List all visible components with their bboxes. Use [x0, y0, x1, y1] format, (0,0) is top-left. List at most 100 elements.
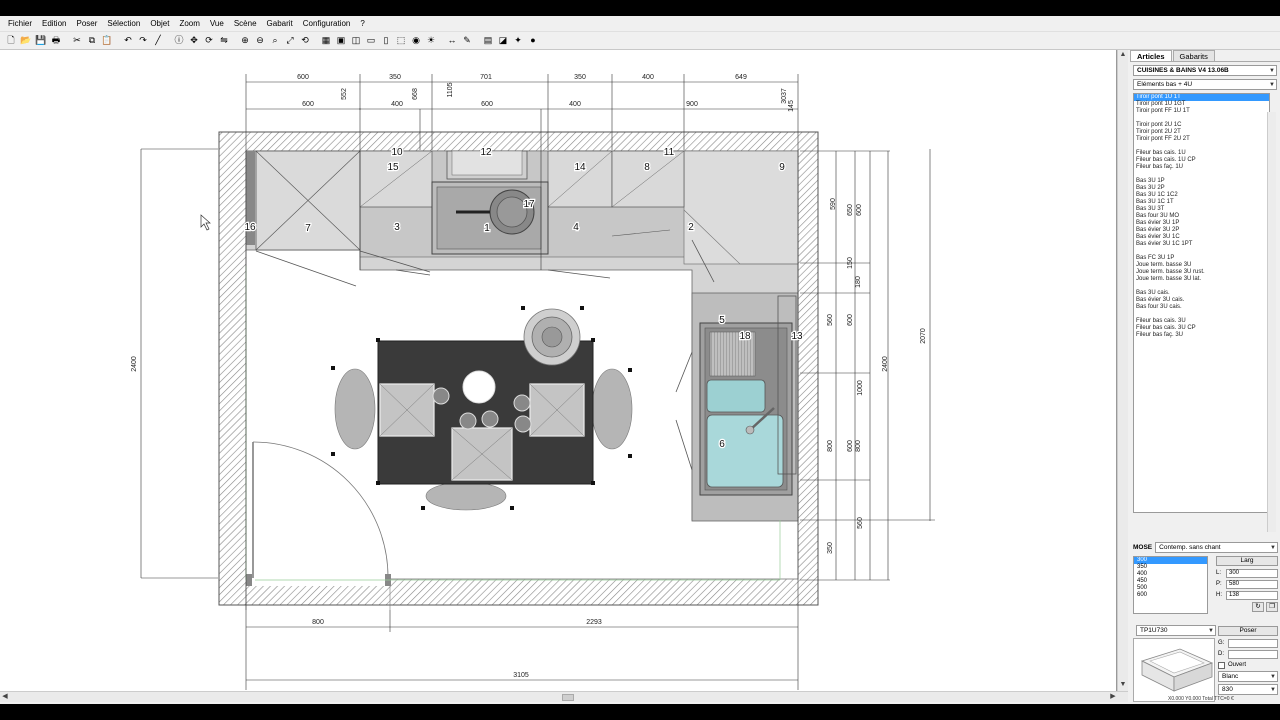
- light-icon[interactable]: ☀: [424, 34, 438, 48]
- save-icon[interactable]: 💾: [34, 34, 48, 48]
- article-item[interactable]: Fileur bas cais. 1U: [1134, 150, 1269, 157]
- width-button[interactable]: Larg: [1216, 556, 1278, 566]
- color-name-select[interactable]: Blanc ▼: [1218, 671, 1278, 682]
- copy-icon[interactable]: ⧉: [85, 34, 99, 48]
- sphere-icon[interactable]: ●: [526, 34, 540, 48]
- article-item[interactable]: Bas évier 3U 1P: [1134, 220, 1269, 227]
- dimension-item[interactable]: 350: [1134, 564, 1207, 571]
- item-label-10[interactable]: 10: [390, 146, 404, 160]
- paint-icon[interactable]: ✎: [460, 34, 474, 48]
- dimension-list[interactable]: 300 350 400 450 500 600: [1133, 556, 1208, 614]
- item-label-18[interactable]: 18: [738, 330, 752, 344]
- rotate-icon[interactable]: ⟳: [202, 34, 216, 48]
- dimension-item[interactable]: 600: [1134, 592, 1207, 599]
- redo-icon[interactable]: ↷: [136, 34, 150, 48]
- item-label-1[interactable]: 1: [483, 222, 492, 236]
- item-label-6[interactable]: 6: [718, 438, 727, 452]
- article-item[interactable]: Bas 3U 1P: [1134, 178, 1269, 185]
- cut-icon[interactable]: ✂: [70, 34, 84, 48]
- field-input[interactable]: 580: [1226, 579, 1278, 589]
- article-item[interactable]: Fileur bas faç. 1U: [1134, 164, 1269, 171]
- view-2d-icon[interactable]: ▦: [319, 34, 333, 48]
- article-item[interactable]: Bas 3U 1C 1T: [1134, 199, 1269, 206]
- item-label-13[interactable]: 13: [790, 330, 804, 344]
- kitchen-plan-drawing[interactable]: 600 350 701 350 400 649600 400 600 400 900552 668 1…: [0, 50, 1117, 691]
- menu-9[interactable]: Configuration: [298, 16, 356, 32]
- article-item[interactable]: Fileur bas cais. 3U CP: [1134, 325, 1269, 332]
- article-item[interactable]: Tiroir pont 2U 2T: [1134, 129, 1269, 136]
- wall-icon[interactable]: ▤: [481, 34, 495, 48]
- menu-10[interactable]: ?: [355, 16, 369, 32]
- zoom-in-icon[interactable]: ⊕: [238, 34, 252, 48]
- open-icon[interactable]: 📂: [19, 34, 33, 48]
- menu-6[interactable]: Vue: [205, 16, 229, 32]
- dimension-item[interactable]: 450: [1134, 578, 1207, 585]
- article-item[interactable]: Tiroir pont FF 2U 2T: [1134, 136, 1269, 143]
- article-item[interactable]: Joue term. basse 3U lat.: [1134, 276, 1269, 283]
- scroll-down-icon[interactable]: ▼: [1118, 680, 1128, 690]
- article-item[interactable]: Bas évier 3U 2P: [1134, 227, 1269, 234]
- article-item[interactable]: Tiroir pont 2U 1C: [1134, 122, 1269, 129]
- measure-icon[interactable]: ↔: [445, 34, 459, 48]
- cooktop[interactable]: [431, 181, 549, 255]
- item-label-12[interactable]: 12: [479, 146, 493, 160]
- item-label-3[interactable]: 3: [393, 221, 402, 235]
- new-icon[interactable]: 🗋: [4, 34, 18, 48]
- article-item[interactable]: Bas évier 3U cais.: [1134, 297, 1269, 304]
- menu-7[interactable]: Scène: [229, 16, 262, 32]
- zoom-fit-icon[interactable]: ⤢: [283, 34, 297, 48]
- refresh-icon[interactable]: ↻: [1252, 602, 1264, 612]
- article-list[interactable]: Tiroir pont 1U 1T Tiroir pont 1U 1GT Tiroi…: [1133, 93, 1270, 513]
- camera-icon[interactable]: ◉: [409, 34, 423, 48]
- tab-gabarits[interactable]: Gabarits: [1172, 50, 1215, 61]
- item-label-17[interactable]: 17: [522, 198, 536, 212]
- article-item[interactable]: Tiroir pont 1U 1GT: [1134, 101, 1269, 108]
- zoom-previous-icon[interactable]: ⟲: [298, 34, 312, 48]
- field-input[interactable]: 300: [1226, 568, 1278, 578]
- article-item[interactable]: Bas évier 3U 1C: [1134, 234, 1269, 241]
- pose-button[interactable]: Poser: [1218, 626, 1278, 636]
- scroll-right-icon[interactable]: ▶: [1108, 692, 1118, 702]
- g-input[interactable]: [1228, 638, 1278, 648]
- article-item[interactable]: Bas 3U 3T: [1134, 206, 1269, 213]
- article-list-scrollbar[interactable]: [1267, 112, 1276, 532]
- item-label-15[interactable]: 15: [386, 161, 400, 175]
- item-label-11[interactable]: 11: [663, 146, 676, 160]
- dimension-item[interactable]: 400: [1134, 571, 1207, 578]
- item-label-5[interactable]: 5: [718, 314, 727, 328]
- color-code-select[interactable]: TP1U730 ▼: [1136, 625, 1216, 636]
- item-label-8[interactable]: 8: [643, 161, 652, 175]
- copy-icon[interactable]: ❐: [1266, 602, 1278, 612]
- menu-1[interactable]: Edition: [37, 16, 71, 32]
- scroll-up-icon[interactable]: ▲: [1118, 50, 1128, 60]
- article-item[interactable]: Bas 3U 1C 1C2: [1134, 192, 1269, 199]
- menu-5[interactable]: Zoom: [174, 16, 204, 32]
- article-item[interactable]: Fileur bas cais. 1U CP: [1134, 157, 1269, 164]
- article-item[interactable]: Tiroir pont 1U 1T: [1134, 94, 1269, 101]
- d-input[interactable]: [1228, 649, 1278, 659]
- finish-select[interactable]: Contemp. sans chant ▼: [1155, 541, 1278, 553]
- article-item[interactable]: Bas FC 3U 1P: [1134, 255, 1269, 262]
- paste-icon[interactable]: 📋: [100, 34, 114, 48]
- line-icon[interactable]: ╱: [151, 34, 165, 48]
- category-select[interactable]: Eléments bas + 4U ▼: [1133, 79, 1277, 90]
- plan-canvas[interactable]: 600 350 701 350 400 649 600 400 600 400 900 552 668 1…: [0, 50, 1117, 691]
- view-side-icon[interactable]: ▯: [379, 34, 393, 48]
- item-label-14[interactable]: 14: [573, 161, 587, 175]
- article-item[interactable]: Tiroir pont FF 1U 1T: [1134, 108, 1269, 115]
- menu-0[interactable]: Fichier: [3, 16, 37, 32]
- view-3d-icon[interactable]: ◫: [349, 34, 363, 48]
- article-item[interactable]: Bas évier 3U 1C 1PT: [1134, 241, 1269, 248]
- article-item[interactable]: Bas four 3U MO: [1134, 213, 1269, 220]
- box-icon[interactable]: ⬚: [394, 34, 408, 48]
- item-label-4[interactable]: 4: [572, 221, 581, 235]
- zoom-out-icon[interactable]: ⊖: [253, 34, 267, 48]
- canvas-horizontal-scrollbar[interactable]: ◀ ▶: [0, 691, 1128, 702]
- item-label-9[interactable]: 9: [778, 161, 787, 175]
- scroll-left-icon[interactable]: ◀: [0, 692, 10, 702]
- door-icon[interactable]: ◪: [496, 34, 510, 48]
- article-item[interactable]: Fileur bas cais. 3U: [1134, 318, 1269, 325]
- menu-2[interactable]: Poser: [71, 16, 102, 32]
- catalog-select[interactable]: CUISINES & BAINS V4 13.06B ▼: [1133, 65, 1277, 76]
- article-item[interactable]: Joue term. basse 3U rust.: [1134, 269, 1269, 276]
